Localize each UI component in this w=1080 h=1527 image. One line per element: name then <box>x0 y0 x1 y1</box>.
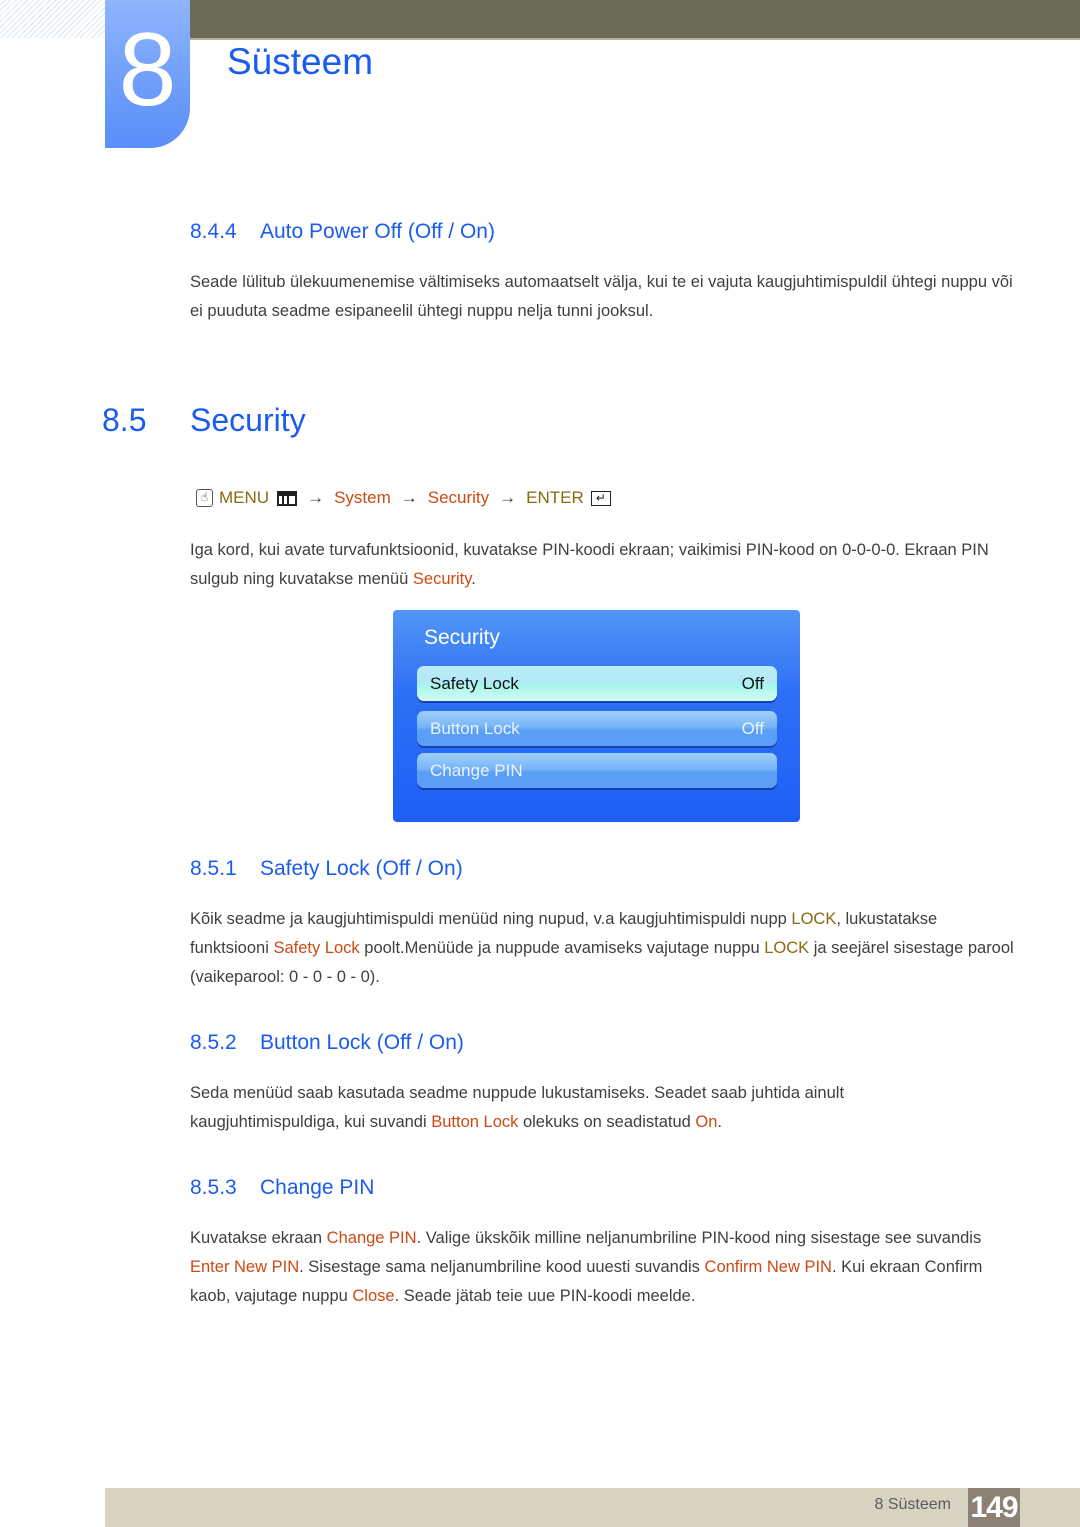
page-footer: 8 Süsteem <box>105 1488 1080 1527</box>
text: olekuks on seadistatud <box>518 1113 696 1131</box>
security-menu-panel: Security Safety Lock Off Button Lock Off… <box>393 610 800 822</box>
section-title: Button Lock (Off / On) <box>260 1031 464 1054</box>
section-heading-button-lock: 8.5.2 Button Lock (Off / On) <box>190 1031 464 1055</box>
chapter-title: Süsteem <box>227 41 374 82</box>
section-number: 8.5.2 <box>190 1031 237 1054</box>
section-number: 8.5.3 <box>190 1176 237 1199</box>
section-number: 8.5.1 <box>190 857 237 880</box>
nav-enter: ENTER <box>526 488 584 507</box>
arrow-icon: → <box>499 488 517 507</box>
page-number: 149 <box>968 1488 1020 1527</box>
highlight-on: On <box>695 1113 718 1131</box>
menu-navigation-path: ☝ MENU → System → Security → ENTER ↵ <box>196 488 611 508</box>
text: . <box>717 1113 723 1131</box>
section-title: Safety Lock (Off / On) <box>260 857 463 880</box>
security-intro-paragraph: Iga kord, kui avate turvafunktsioonid, k… <box>190 536 1020 594</box>
highlight-lock: LOCK <box>764 939 810 957</box>
text: Kuvatakse ekraan <box>190 1229 327 1247</box>
change-pin-paragraph: Kuvatakse ekraan Change PIN. Valige üksk… <box>190 1224 1020 1311</box>
section-heading-safety-lock: 8.5.1 Safety Lock (Off / On) <box>190 857 463 881</box>
enter-key-icon: ↵ <box>590 490 611 506</box>
text: Kõik seadme ja kaugjuhtimispuldi menüüd … <box>190 910 792 928</box>
highlight-close: Close <box>352 1287 395 1305</box>
section-heading-security: 8.5 Security <box>102 402 306 439</box>
menu-item-value: Off <box>741 673 764 693</box>
hand-pointer-icon: ☝ <box>196 489 213 507</box>
text: . <box>471 570 476 588</box>
menu-button-icon <box>277 490 298 506</box>
text: . Valige ükskõik milline neljanumbriline… <box>416 1229 982 1247</box>
text: . Sisestage sama neljanumbriline kood uu… <box>299 1258 705 1276</box>
safety-lock-paragraph: Kõik seadme ja kaugjuhtimispuldi menüüd … <box>190 905 1020 992</box>
auto-power-off-paragraph: Seade lülitub ülekuumenemise vältimiseks… <box>190 273 1013 320</box>
section-heading-auto-power-off: 8.4.4 Auto Power Off (Off / On) <box>190 220 495 244</box>
section-title: Security <box>190 402 306 438</box>
text: Iga kord, kui avate turvafunktsioonid, k… <box>190 541 989 588</box>
footer-chapter-label: 8 Süsteem <box>874 1496 951 1513</box>
menu-item-label: Safety Lock <box>430 673 519 693</box>
arrow-icon: → <box>307 488 325 507</box>
section-heading-change-pin: 8.5.3 Change PIN <box>190 1176 374 1200</box>
panel-title: Security <box>424 626 500 649</box>
decorative-hatch <box>0 0 105 38</box>
menu-item-change-pin[interactable]: Change PIN <box>417 753 777 788</box>
highlight-change-pin: Change PIN <box>326 1229 417 1247</box>
menu-item-value: Off <box>741 718 764 738</box>
menu-item-label: Button Lock <box>430 718 520 738</box>
nav-security: Security <box>427 488 490 507</box>
section-number: 8.4.4 <box>190 220 237 243</box>
section-title: Auto Power Off (Off / On) <box>260 220 495 243</box>
chapter-number-tab: 8 <box>105 0 190 148</box>
button-lock-paragraph: Seda menüüd saab kasutada seadme nuppude… <box>190 1079 910 1137</box>
section-title: Change PIN <box>260 1176 375 1199</box>
text: poolt.Menüüde ja nuppude avamiseks vajut… <box>359 939 765 957</box>
nav-system: System <box>334 488 391 507</box>
menu-item-label: Change PIN <box>430 760 523 780</box>
highlight-button-lock: Button Lock <box>431 1113 519 1131</box>
menu-item-safety-lock[interactable]: Safety Lock Off <box>417 666 777 701</box>
nav-menu: MENU <box>219 488 270 507</box>
highlight-security: Security <box>412 570 472 588</box>
highlight-safety-lock: Safety Lock <box>273 939 360 957</box>
highlight-confirm-new-pin: Confirm New PIN <box>704 1258 832 1276</box>
menu-item-button-lock[interactable]: Button Lock Off <box>417 711 777 746</box>
text: . Seade jätab teie uue PIN-koodi meelde. <box>394 1287 696 1305</box>
arrow-icon: → <box>400 488 418 507</box>
header-bar <box>190 0 1080 40</box>
section-number: 8.5 <box>102 402 147 438</box>
highlight-lock: LOCK <box>791 910 837 928</box>
highlight-enter-new-pin: Enter New PIN <box>190 1258 300 1276</box>
